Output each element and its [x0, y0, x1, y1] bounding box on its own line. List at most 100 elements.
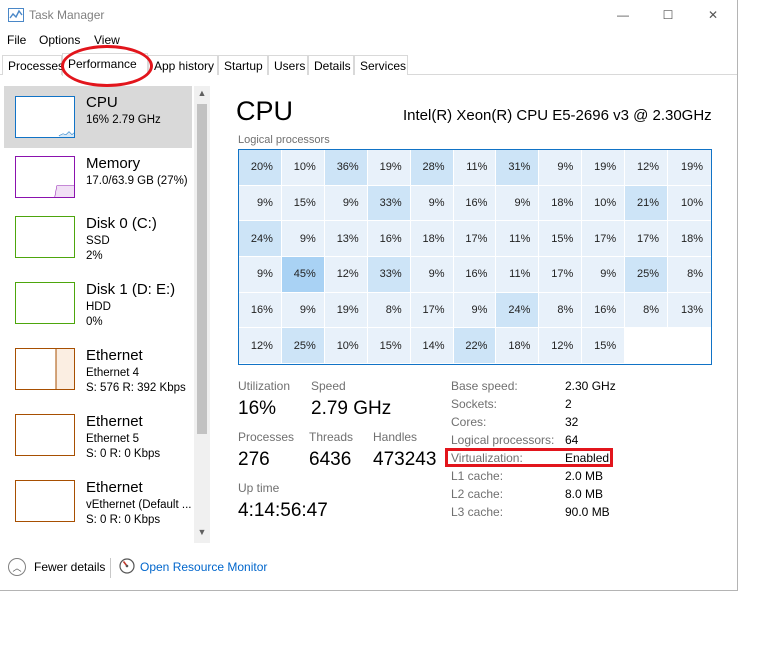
- tab-details[interactable]: Details: [308, 55, 354, 75]
- logical-processor-cell: 16%: [582, 292, 626, 329]
- logical-processor-cell: 10%: [281, 150, 325, 186]
- tab-startup[interactable]: Startup: [218, 55, 268, 75]
- logical-processor-cell: 13%: [324, 221, 368, 257]
- menu-options[interactable]: Options: [39, 33, 80, 47]
- sidebar-item-title: Memory: [86, 155, 141, 172]
- menu-file[interactable]: File: [7, 33, 26, 47]
- chevron-up-icon[interactable]: ︿: [8, 558, 26, 576]
- logical-processor-cell: 36%: [324, 150, 368, 186]
- sidebar-item-memory[interactable]: Memory 17.0/63.9 GB (27%): [4, 148, 192, 210]
- page-title: CPU: [236, 96, 294, 126]
- logical-processor-cell: 9%: [496, 185, 540, 222]
- logical-processor-cell: 33%: [367, 257, 411, 293]
- logical-processor-cell: 10%: [582, 185, 626, 222]
- disk1-thumbnail-graph: [15, 282, 75, 324]
- minimize-button[interactable]: —: [600, 0, 646, 30]
- annotation-circle: [61, 45, 153, 87]
- processes-label: Processes: [238, 430, 295, 444]
- logical-processor-cell: 17%: [625, 221, 669, 257]
- logical-processor-cell: 15%: [281, 185, 325, 222]
- logical-processor-cell: 10%: [668, 185, 711, 222]
- logical-processor-cell: 15%: [367, 328, 411, 364]
- logical-processor-cell: 19%: [367, 150, 411, 186]
- window-title: Task Manager: [29, 8, 105, 22]
- spec-cores-value: 32: [565, 415, 579, 429]
- logical-processor-cell: 24%: [239, 221, 282, 257]
- logical-processor-cell: 16%: [453, 257, 497, 293]
- spec-l1-cache-value: 2.0 MB: [565, 469, 604, 483]
- maximize-button[interactable]: ☐: [645, 0, 691, 30]
- sidebar-item-vethernet[interactable]: Ethernet vEthernet (Default ... S: 0 R: …: [4, 474, 192, 536]
- logical-processor-cell: 9%: [539, 150, 583, 186]
- logical-processor-cell: 19%: [668, 150, 711, 186]
- tab-processes[interactable]: Processes: [2, 55, 64, 75]
- logical-processor-cell: 9%: [281, 292, 325, 329]
- tab-app-history[interactable]: App history: [148, 55, 218, 75]
- logical-processor-cell: 16%: [367, 221, 411, 257]
- logical-processor-cell: 9%: [239, 185, 282, 222]
- logical-processor-cell: 9%: [410, 257, 454, 293]
- scroll-thumb[interactable]: [197, 104, 207, 434]
- handles-value: 473243: [373, 449, 437, 470]
- sidebar-item-disk1[interactable]: Disk 1 (D: E:) HDD 0%: [4, 276, 192, 338]
- tab-users[interactable]: Users: [268, 55, 308, 75]
- sidebar-item-type: SSD: [86, 235, 110, 247]
- sidebar-item-disk0[interactable]: Disk 0 (C:) SSD 2%: [4, 210, 192, 272]
- logical-processor-cell: 21%: [625, 185, 669, 222]
- logical-processor-cell: 15%: [539, 221, 583, 257]
- spec-cores-label: Cores:: [451, 415, 487, 429]
- sidebar-scrollbar[interactable]: ▲ ▼: [194, 86, 210, 543]
- logical-processor-cell: 19%: [324, 292, 368, 329]
- tab-services[interactable]: Services: [354, 55, 408, 75]
- logical-processor-cell: 9%: [281, 221, 325, 257]
- sidebar-item-ethernet5[interactable]: Ethernet Ethernet 5 S: 0 R: 0 Kbps: [4, 408, 192, 470]
- sidebar-item-ethernet4[interactable]: Ethernet Ethernet 4 S: 576 R: 392 Kbps: [4, 342, 192, 404]
- open-resource-monitor-link[interactable]: Open Resource Monitor: [140, 560, 267, 574]
- fewer-details-button[interactable]: Fewer details: [34, 560, 105, 574]
- logical-processor-cell: 9%: [324, 185, 368, 222]
- logical-processor-cell: 12%: [539, 328, 583, 364]
- spec-base-speed-value: 2.30 GHz: [565, 379, 616, 393]
- logical-processor-cell: 17%: [410, 292, 454, 329]
- close-button[interactable]: ✕: [690, 0, 736, 30]
- handles-label: Handles: [373, 430, 418, 444]
- logical-processor-cell: 10%: [324, 328, 368, 364]
- vethernet-thumbnail-graph: [15, 480, 75, 522]
- ethernet5-thumbnail-graph: [15, 414, 75, 456]
- logical-processor-cell: 9%: [410, 185, 454, 222]
- logical-processor-cell: 9%: [582, 257, 626, 293]
- annotation-rectangle: [445, 448, 613, 467]
- logical-processor-cell: 18%: [668, 221, 711, 257]
- sidebar-item-detail: 0%: [86, 316, 103, 328]
- ethernet4-thumbnail-graph: [15, 348, 75, 390]
- spec-l2-cache-label: L2 cache:: [451, 487, 504, 501]
- logical-processor-cell: 17%: [539, 257, 583, 293]
- logical-processor-cell: 17%: [453, 221, 497, 257]
- logical-processor-cell: 31%: [496, 150, 540, 186]
- logical-processor-cell: 12%: [324, 257, 368, 293]
- logical-processor-cell: 18%: [496, 328, 540, 364]
- logical-processor-cell: 25%: [281, 328, 325, 364]
- logical-processor-cell: 25%: [625, 257, 669, 293]
- utilization-value: 16%: [238, 398, 277, 419]
- logical-processor-cell: 16%: [239, 292, 282, 329]
- sidebar-item-detail: 16% 2.79 GHz: [86, 114, 161, 126]
- memory-thumbnail-graph: [15, 156, 75, 198]
- spec-sockets-label: Sockets:: [451, 397, 498, 411]
- footer-bar: ︿ Fewer details Open Resource Monitor: [0, 552, 737, 590]
- sidebar-item-type: HDD: [86, 301, 111, 313]
- sidebar-item-detail: S: 576 R: 392 Kbps: [86, 382, 186, 394]
- spec-l3-cache-value: 90.0 MB: [565, 505, 610, 519]
- logical-processor-cell: 24%: [496, 292, 540, 329]
- spec-l2-cache-value: 8.0 MB: [565, 487, 604, 501]
- scroll-down-arrow-icon[interactable]: ▼: [194, 527, 210, 541]
- cpu-thumbnail-graph: [15, 96, 75, 138]
- sidebar-item-title: Ethernet: [86, 347, 143, 364]
- logical-processor-cell: 11%: [453, 150, 497, 186]
- spec-logical-processors-label: Logical processors:: [451, 433, 555, 447]
- sidebar-item-detail: S: 0 R: 0 Kbps: [86, 448, 161, 460]
- resource-monitor-icon[interactable]: [119, 558, 135, 574]
- sidebar-item-cpu[interactable]: CPU 16% 2.79 GHz: [4, 86, 192, 148]
- scroll-up-arrow-icon[interactable]: ▲: [194, 88, 210, 102]
- logical-processors-label: Logical processors: [238, 134, 330, 146]
